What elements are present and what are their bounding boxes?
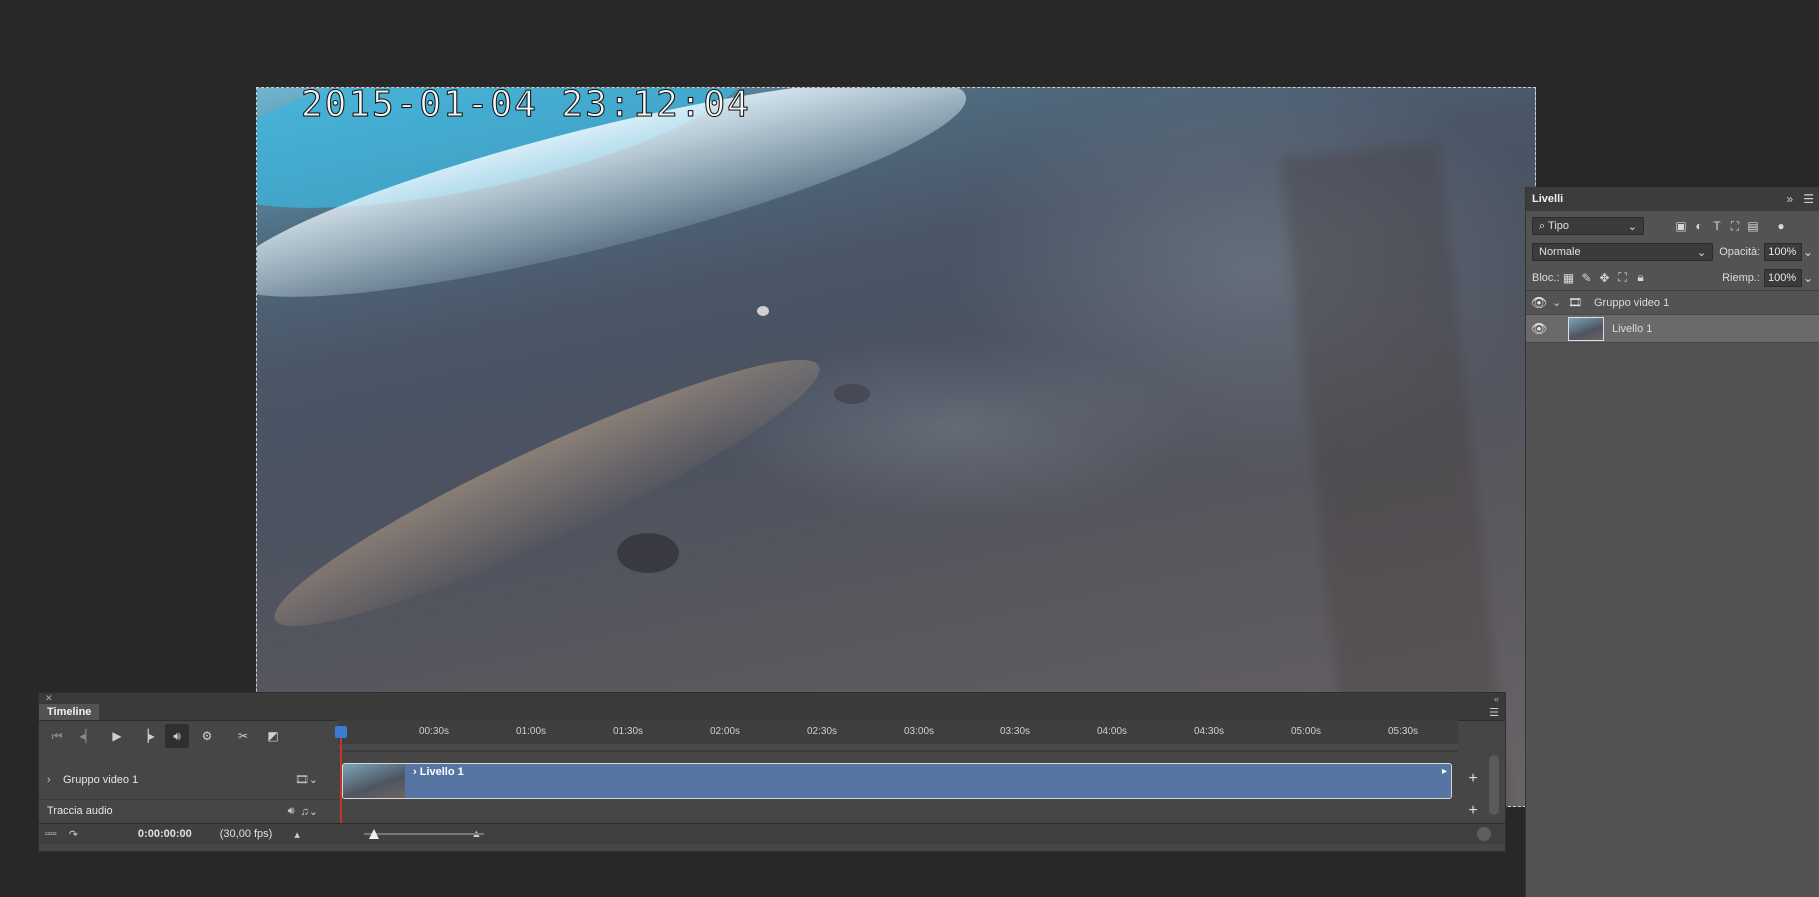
opacity-label: Opacità: [1719, 246, 1761, 258]
chevron-down-icon: ⌄ [1627, 220, 1637, 233]
chevron-down-icon[interactable]: ⌄ [1552, 296, 1562, 309]
type-filter-icon[interactable]: T [1708, 217, 1726, 235]
music-note-icon[interactable]: ♫⌄ [301, 805, 338, 818]
time-ruler[interactable]: 00:30s 01:00s 01:30s 02:00s 02:30s 03:00… [338, 720, 1458, 752]
settings-gear-icon[interactable]: ⚙ [195, 724, 219, 748]
smart-object-filter-icon[interactable]: ▤ [1744, 217, 1762, 235]
track-label: Gruppo video 1 [63, 773, 139, 786]
ruler-tick: 05:00s [1290, 726, 1322, 737]
video-timestamp: 2015-01-04 23:12:04 [301, 87, 751, 126]
ruler-tick: 04:30s [1193, 726, 1225, 737]
render-video-icon[interactable]: ↷ [69, 828, 78, 841]
lock-pixels-icon[interactable]: ✎ [1578, 269, 1596, 287]
frame-rate: (30,00 fps) [219, 828, 273, 840]
current-time: 0:00:00:00 [137, 828, 192, 840]
tab-layers[interactable]: Livelli [1532, 193, 1563, 205]
split-scissors-icon[interactable]: ✂ [231, 724, 255, 748]
playback-controls: ⏮ ◂▏ ▶ ▕▸ 🔊︎ ⚙ ✂ ◩ [39, 720, 338, 752]
ruler-tick: 03:30s [999, 726, 1031, 737]
status-indicator [1477, 827, 1491, 841]
ruler-tick: 02:00s [709, 726, 741, 737]
chevron-right-icon[interactable]: › [47, 774, 63, 786]
ruler-tick: 01:00s [515, 726, 547, 737]
adjustment-filter-icon[interactable]: ◐ [1690, 217, 1708, 235]
video-group-icon: 🎞︎ [1568, 297, 1582, 309]
audio-speaker-icon[interactable]: 🔊︎ [288, 805, 301, 818]
filter-toggle-icon[interactable]: ● [1772, 217, 1790, 235]
panel-menu-icon[interactable]: ☰ [1489, 706, 1505, 719]
pebble [834, 384, 870, 404]
chevron-down-icon: ⌄ [1697, 246, 1707, 259]
shape-filter-icon[interactable]: ⛶ [1726, 217, 1744, 235]
audio-speaker-icon[interactable]: 🔊︎ [165, 724, 189, 748]
fill-field[interactable]: 100% [1764, 268, 1802, 287]
ruler-tick: 04:00s [1096, 726, 1128, 737]
add-media-button[interactable]: + [1461, 767, 1485, 791]
sand-ridge [257, 325, 838, 661]
timeline-footer: ▫▫▫ ↷ 0:00:00:00 (30,00 fps) ▴ ▲ [39, 823, 1505, 844]
convert-frames-icon[interactable]: ▫▫▫ [45, 828, 57, 840]
track-header-video[interactable]: › Gruppo video 1 🎞︎⌄ [39, 760, 338, 800]
layers-tabbar: Livelli » ☰ [1526, 187, 1819, 211]
visibility-eye-icon[interactable]: 👁︎ [1526, 295, 1552, 311]
lock-transparency-icon[interactable]: ▦ [1560, 269, 1578, 287]
stone [617, 533, 679, 573]
layer-row-video[interactable]: 👁︎ Livello 1 [1526, 315, 1819, 343]
playhead-handle[interactable] [335, 726, 347, 738]
ruler-tick: 01:30s [612, 726, 644, 737]
lock-row: Bloc.: ▦ ✎ ✥ ⛶ 🔒︎ Riemp.: 100% ⌄ [1526, 265, 1819, 291]
play-icon[interactable]: ▶ [105, 724, 129, 748]
image-filter-icon[interactable]: ▣ [1672, 217, 1690, 235]
lock-position-icon[interactable]: ✥ [1596, 269, 1614, 287]
layer-name: Livello 1 [1612, 322, 1653, 335]
work-area-bar[interactable] [338, 744, 1458, 750]
chevron-right-icon[interactable]: › [413, 766, 417, 778]
layer-row-group[interactable]: 👁︎ ⌄ 🎞︎ Gruppo video 1 [1526, 291, 1819, 315]
layer-filter-row: ⌕ Tipo ⌄ ▣ ◐ T ⛶ ▤ ● [1526, 213, 1819, 239]
film-strip-icon[interactable]: 🎞︎⌄ [295, 773, 338, 786]
search-icon: ⌕ [1539, 219, 1546, 232]
lock-artboard-icon[interactable]: ⛶ [1614, 269, 1632, 287]
timeline-panel: ✕ « Timeline ☰ ⏮ ◂▏ ▶ ▕▸ 🔊︎ ⚙ ✂ ◩ 00:30s… [38, 692, 1506, 852]
close-icon[interactable]: ✕ [45, 693, 53, 704]
lock-label: Bloc.: [1532, 271, 1560, 284]
blend-mode-dropdown[interactable]: Normale ⌄ [1532, 243, 1714, 261]
lock-all-icon[interactable]: 🔒︎ [1632, 269, 1650, 287]
zoom-slider-track[interactable] [364, 833, 484, 835]
chevron-down-icon[interactable]: ⌄ [1802, 269, 1814, 287]
opacity-field[interactable]: 100% [1764, 243, 1803, 261]
clip-end-marker-icon[interactable]: ▸ [1442, 766, 1447, 777]
next-frame-icon[interactable]: ▕▸ [135, 724, 159, 748]
layer-filter-dropdown[interactable]: ⌕ Tipo ⌄ [1532, 217, 1644, 235]
filter-label: Tipo [1548, 219, 1570, 232]
ruler-tick: 02:30s [806, 726, 838, 737]
collapse-panel-icon[interactable]: » [1787, 192, 1794, 206]
vertical-scrollbar[interactable] [1489, 755, 1499, 815]
layer-name: Gruppo video 1 [1594, 296, 1670, 309]
collapse-panel-icon[interactable]: « [1494, 694, 1499, 704]
tab-timeline[interactable]: Timeline [39, 704, 100, 720]
video-clip[interactable]: › Livello 1 ▸ [342, 763, 1452, 799]
track-header-audio[interactable]: Traccia audio 🔊︎ ♫⌄ [39, 801, 338, 821]
add-audio-button[interactable]: + [1461, 799, 1485, 823]
ruler-tick: 00:30s [418, 726, 450, 737]
fill-label: Riemp.: [1722, 271, 1760, 284]
clip-label: Livello 1 [419, 766, 464, 778]
go-to-first-frame-icon[interactable]: ⏮ [45, 724, 69, 748]
pebble [757, 306, 769, 316]
layer-thumbnail [1568, 316, 1604, 341]
ruler-tick: 05:30s [1387, 726, 1419, 737]
clip-thumbnail [343, 764, 405, 798]
blend-row: Normale ⌄ Opacità: 100% ⌄ [1526, 239, 1819, 265]
chevron-down-icon[interactable]: ⌄ [1802, 243, 1814, 261]
track-label: Traccia audio [47, 805, 113, 817]
panel-menu-icon[interactable]: ☰ [1803, 192, 1814, 206]
layers-panel: Livelli » ☰ ⌕ Tipo ⌄ ▣ ◐ T ⛶ ▤ ● Normale… [1525, 187, 1819, 897]
zoom-out-icon[interactable]: ▴ [294, 828, 300, 841]
visibility-eye-icon[interactable]: 👁︎ [1526, 321, 1552, 337]
ruler-tick: 03:00s [903, 726, 935, 737]
previous-frame-icon[interactable]: ◂▏ [75, 724, 99, 748]
transition-icon[interactable]: ◩ [261, 724, 285, 748]
blend-mode-value: Normale [1539, 246, 1581, 258]
